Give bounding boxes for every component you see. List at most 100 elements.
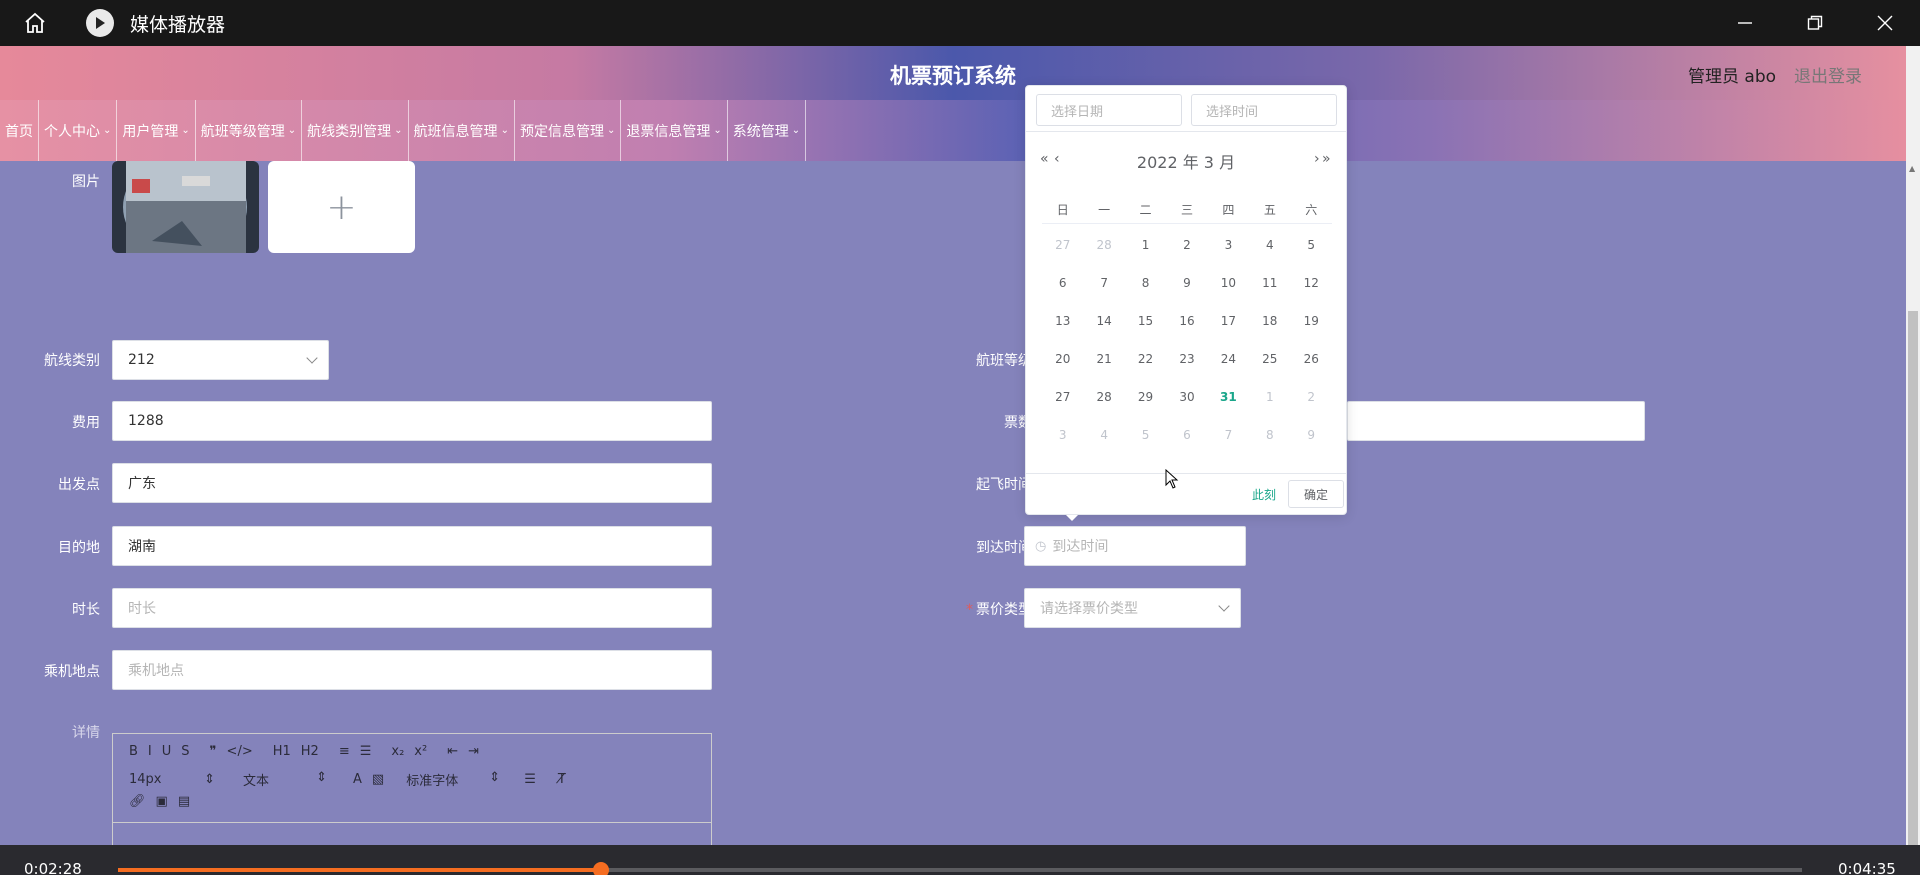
calendar-day[interactable]: 28 xyxy=(1083,378,1124,416)
home-icon[interactable] xyxy=(0,0,70,46)
calendar-day[interactable]: 11 xyxy=(1249,264,1290,302)
calendar-day[interactable]: 6 xyxy=(1042,264,1083,302)
calendar-day[interactable]: 28 xyxy=(1083,226,1124,264)
bold-icon[interactable]: B xyxy=(129,744,138,759)
seek-handle[interactable] xyxy=(593,862,610,875)
calendar-day[interactable]: 5 xyxy=(1291,226,1332,264)
image-icon[interactable]: ▣ xyxy=(156,794,168,809)
code-icon[interactable]: </> xyxy=(227,744,253,759)
calendar-day[interactable]: 26 xyxy=(1291,340,1332,378)
clear-format-icon[interactable]: T̸ xyxy=(558,772,566,787)
calendar-day[interactable]: 2 xyxy=(1291,378,1332,416)
calendar-day[interactable]: 25 xyxy=(1249,340,1290,378)
video-icon[interactable]: ▤ xyxy=(178,794,190,809)
calendar-day[interactable]: 30 xyxy=(1166,378,1207,416)
logout-link[interactable]: 退出登录 xyxy=(1794,62,1862,87)
upload-button[interactable]: + xyxy=(268,161,415,253)
calendar-day[interactable]: 21 xyxy=(1083,340,1124,378)
calendar-day[interactable]: 15 xyxy=(1125,302,1166,340)
calendar-day[interactable]: 3 xyxy=(1208,226,1249,264)
route-category-select[interactable]: 212 xyxy=(112,340,329,380)
calendar-day[interactable]: 1 xyxy=(1249,378,1290,416)
outdent-icon[interactable]: ⇤ xyxy=(447,744,458,759)
nav-item-6[interactable]: 预定信息管理 ⌄ xyxy=(515,100,622,161)
calendar-day[interactable]: 4 xyxy=(1083,416,1124,454)
calendar-day[interactable]: 14 xyxy=(1083,302,1124,340)
calendar-day[interactable]: 3 xyxy=(1042,416,1083,454)
calendar-day[interactable]: 22 xyxy=(1125,340,1166,378)
tickets-input[interactable] xyxy=(1347,401,1645,441)
h2-icon[interactable]: H2 xyxy=(301,744,319,759)
bullet-list-icon[interactable]: ☰ xyxy=(360,744,372,759)
calendar-day[interactable]: 27 xyxy=(1042,226,1083,264)
calendar-day[interactable]: 5 xyxy=(1125,416,1166,454)
nav-item-3[interactable]: 航班等级管理 ⌄ xyxy=(196,100,303,161)
nav-item-5[interactable]: 航班信息管理 ⌄ xyxy=(409,100,515,161)
font-family-select[interactable]: 标准字体 ⇕ xyxy=(406,770,500,789)
calendar-day[interactable]: 8 xyxy=(1249,416,1290,454)
calendar-day[interactable]: 24 xyxy=(1208,340,1249,378)
calendar-day[interactable]: 18 xyxy=(1249,302,1290,340)
font-size-select[interactable]: 14px ⇕ xyxy=(129,772,215,787)
calendar-day[interactable]: 17 xyxy=(1208,302,1249,340)
now-button[interactable]: 此刻 xyxy=(1252,486,1276,503)
calendar-day[interactable]: 9 xyxy=(1291,416,1332,454)
superscript-icon[interactable]: x² xyxy=(414,744,427,759)
calendar-day[interactable]: 7 xyxy=(1083,264,1124,302)
destination-input[interactable]: 湖南 xyxy=(112,526,712,566)
restore-icon[interactable] xyxy=(1780,0,1850,46)
calendar-day[interactable]: 1 xyxy=(1125,226,1166,264)
nav-item-2[interactable]: 用户管理 ⌄ xyxy=(117,100,196,161)
indent-icon[interactable]: ⇥ xyxy=(468,744,479,759)
next-year-icon[interactable]: » xyxy=(1322,151,1331,167)
h1-icon[interactable]: H1 xyxy=(273,744,291,759)
nav-item-0[interactable]: 首页 xyxy=(0,100,39,161)
subscript-icon[interactable]: x₂ xyxy=(391,744,404,759)
confirm-button[interactable]: 确定 xyxy=(1288,480,1344,508)
fee-input[interactable]: 1288 xyxy=(112,401,712,441)
italic-icon[interactable]: I xyxy=(148,744,152,759)
ordered-list-icon[interactable]: ≡ xyxy=(339,744,350,759)
scroll-thumb[interactable] xyxy=(1908,311,1918,875)
next-month-icon[interactable]: › xyxy=(1314,151,1320,167)
close-icon[interactable] xyxy=(1850,0,1920,46)
picker-date-input[interactable]: 选择日期 xyxy=(1036,94,1182,126)
quote-icon[interactable]: ❞ xyxy=(210,744,217,759)
calendar-day[interactable]: 29 xyxy=(1125,378,1166,416)
calendar-day[interactable]: 6 xyxy=(1166,416,1207,454)
seek-bar[interactable] xyxy=(118,862,1802,875)
calendar-day[interactable]: 2 xyxy=(1166,226,1207,264)
link-icon[interactable]: 🔗︎ xyxy=(129,794,146,809)
underline-icon[interactable]: U xyxy=(162,744,172,759)
calendar-day[interactable]: 23 xyxy=(1166,340,1207,378)
nav-item-8[interactable]: 系统管理 ⌄ xyxy=(728,100,807,161)
font-color-icon[interactable]: A xyxy=(353,772,362,787)
calendar-day[interactable]: 16 xyxy=(1166,302,1207,340)
calendar-day[interactable]: 4 xyxy=(1249,226,1290,264)
calendar-day[interactable]: 9 xyxy=(1166,264,1207,302)
arrival-time-input[interactable]: ◷ 到达时间 xyxy=(1024,526,1246,566)
ticket-type-select[interactable]: 请选择票价类型 xyxy=(1024,588,1241,628)
align-icon[interactable]: ☰ xyxy=(524,772,536,787)
nav-item-4[interactable]: 航线类别管理 ⌄ xyxy=(302,100,409,161)
uploaded-image[interactable] xyxy=(112,161,259,253)
nav-item-7[interactable]: 退票信息管理 ⌄ xyxy=(621,100,728,161)
calendar-day[interactable]: 12 xyxy=(1291,264,1332,302)
calendar-day[interactable]: 8 xyxy=(1125,264,1166,302)
text-type-select[interactable]: 文本 ⇕ xyxy=(243,770,327,789)
duration-input[interactable]: 时长 xyxy=(112,588,712,628)
scroll-up-icon[interactable]: ▲ xyxy=(1909,164,1915,173)
background-color-icon[interactable]: ▧ xyxy=(372,772,384,787)
calendar-day[interactable]: 27 xyxy=(1042,378,1083,416)
minimize-icon[interactable] xyxy=(1710,0,1780,46)
calendar-day[interactable]: 19 xyxy=(1291,302,1332,340)
calendar-day[interactable]: 7 xyxy=(1208,416,1249,454)
calendar-day[interactable]: 20 xyxy=(1042,340,1083,378)
calendar-day[interactable]: 13 xyxy=(1042,302,1083,340)
calendar-day[interactable]: 10 xyxy=(1208,264,1249,302)
boarding-input[interactable]: 乘机地点 xyxy=(112,650,712,690)
page-scrollbar[interactable]: ▲ xyxy=(1906,46,1920,875)
picker-time-input[interactable]: 选择时间 xyxy=(1191,94,1337,126)
calendar-day-today[interactable]: 31 xyxy=(1208,378,1249,416)
nav-item-1[interactable]: 个人中心 ⌄ xyxy=(39,100,118,161)
